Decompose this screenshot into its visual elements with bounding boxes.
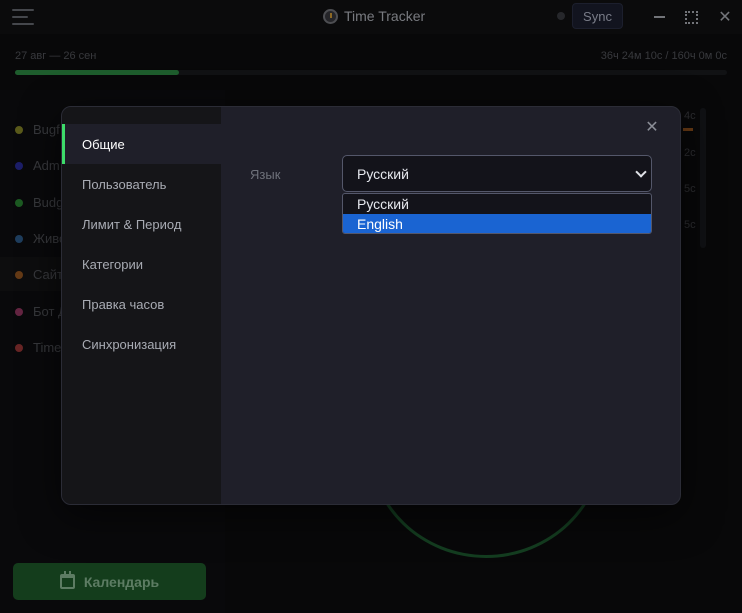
language-dropdown-list: Русский English: [342, 193, 652, 234]
language-option-english[interactable]: English: [343, 214, 651, 233]
settings-tab-sync[interactable]: Синхронизация: [62, 324, 221, 364]
language-option-russian[interactable]: Русский: [343, 194, 651, 214]
dialog-close-icon[interactable]: ✕: [644, 119, 660, 136]
settings-tab-user[interactable]: Пользователь: [62, 164, 221, 204]
settings-tab-edit-hours[interactable]: Правка часов: [62, 284, 221, 324]
language-select[interactable]: Русский: [342, 155, 652, 192]
settings-tab-categories[interactable]: Категории: [62, 244, 221, 284]
language-label: Язык: [250, 167, 281, 182]
settings-tab-general[interactable]: Общие: [62, 124, 221, 164]
settings-tab-limit-period[interactable]: Лимит & Период: [62, 204, 221, 244]
settings-dialog: Общие Пользователь Лимит & Период Катего…: [61, 106, 681, 505]
language-select-value: Русский: [357, 165, 409, 182]
chevron-down-icon: [636, 168, 646, 178]
settings-nav: Общие Пользователь Лимит & Период Катего…: [62, 107, 221, 504]
